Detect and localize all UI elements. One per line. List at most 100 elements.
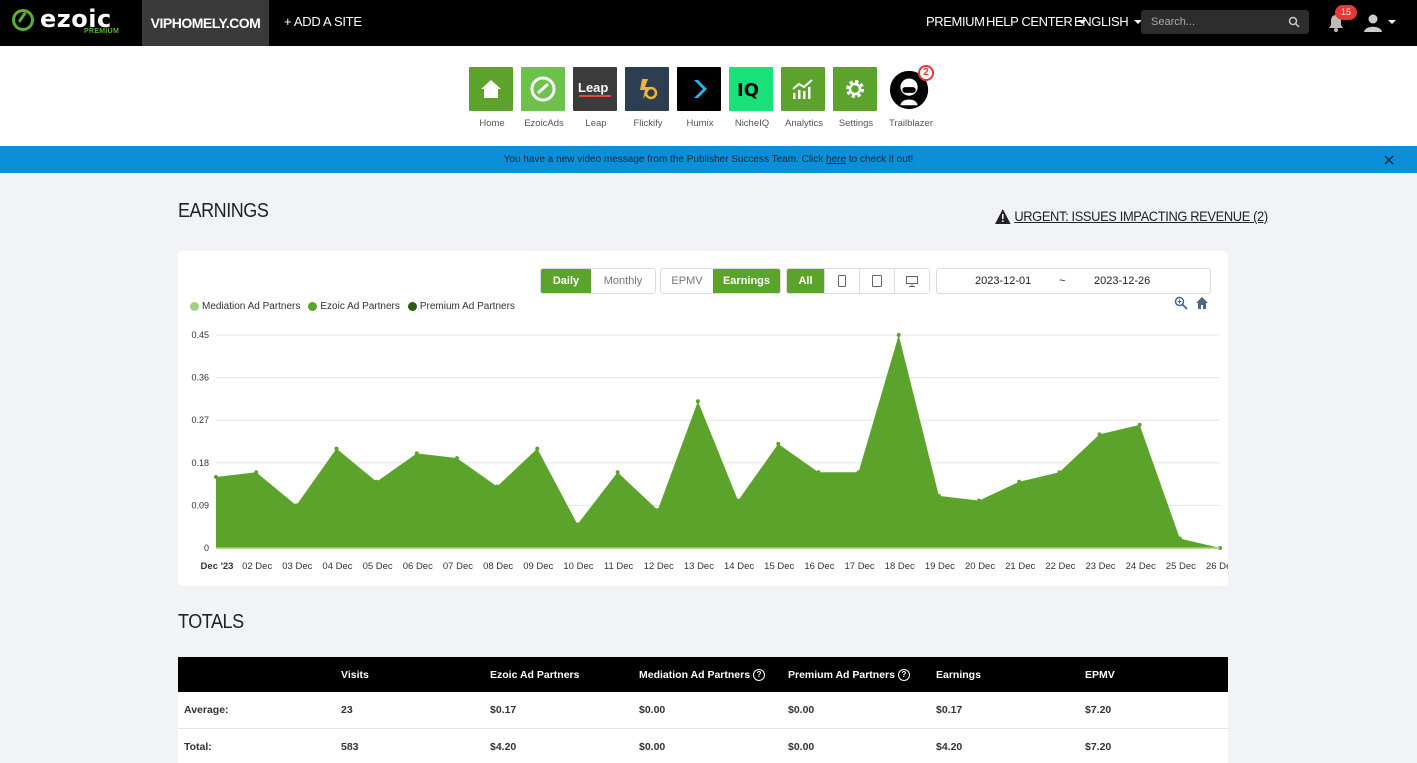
data-point[interactable] (454, 456, 459, 461)
x-tick-label: Dec '23 (201, 561, 234, 572)
reset-zoom-home-icon[interactable] (1195, 296, 1209, 310)
mobile-button[interactable] (824, 269, 859, 293)
data-point[interactable] (936, 493, 941, 498)
x-tick-label: 10 Dec (563, 561, 593, 572)
cell-premium: $0.00 (788, 704, 815, 716)
legend-item-mediation[interactable]: Mediation Ad Partners (190, 301, 300, 312)
x-tick-label: 12 Dec (644, 561, 674, 572)
site-selector-tab[interactable]: VIPHOMELY.COM (142, 0, 269, 46)
earnings-title: EARNINGS (178, 200, 269, 222)
data-point[interactable] (374, 479, 379, 484)
banner-link[interactable]: here (826, 154, 846, 165)
user-avatar-icon[interactable] (1362, 12, 1384, 34)
monthly-button[interactable]: Monthly (591, 269, 655, 293)
x-tick-label: 14 Dec (724, 561, 754, 572)
data-point[interactable] (1177, 536, 1182, 541)
app-home[interactable]: Home (469, 67, 515, 129)
x-tick-label: 25 Dec (1166, 561, 1196, 572)
language-menu[interactable]: ENGLISH (1074, 0, 1143, 46)
search-icon[interactable] (1288, 16, 1300, 28)
data-point[interactable] (856, 470, 861, 475)
column-header-epmv: EPMV (1085, 669, 1115, 681)
x-tick-label: 13 Dec (684, 561, 714, 572)
table-row: Average: 23 $0.17 $0.00 $0.00 $0.17 $7.2… (178, 692, 1228, 729)
cell-premium: $0.00 (788, 741, 815, 753)
x-tick-label: 21 Dec (1005, 561, 1035, 572)
data-point[interactable] (816, 470, 821, 475)
data-point[interactable] (695, 399, 700, 404)
x-tick-label: 20 Dec (965, 561, 995, 572)
app-leap[interactable]: Leap Leap (573, 67, 619, 129)
date-from: 2023-12-01 (975, 275, 1032, 287)
close-icon[interactable] (1384, 155, 1394, 165)
app-trailblazer[interactable]: ✦ 2 Trailblazer (888, 65, 934, 129)
urgent-issues-link[interactable]: URGENT: ISSUES IMPACTING REVENUE (2) (995, 208, 1268, 224)
column-header-visits: Visits (341, 669, 369, 681)
desktop-button[interactable] (894, 269, 929, 293)
data-point[interactable] (334, 446, 339, 451)
trailblazer-badge: 2 (918, 65, 934, 81)
add-site-link[interactable]: + ADD A SITE (284, 0, 362, 46)
app-humix[interactable]: Humix (677, 67, 723, 129)
data-point[interactable] (214, 475, 218, 479)
epmv-button[interactable]: EPMV (661, 269, 713, 293)
data-point[interactable] (294, 503, 299, 508)
zoom-icon[interactable] (1174, 296, 1188, 310)
app-analytics[interactable]: Analytics (781, 67, 827, 129)
legend-dot (308, 302, 318, 311)
cell-epmv: $7.20 (1085, 741, 1112, 753)
data-point[interactable] (776, 441, 781, 446)
logo-premium-label: PREMIUM (84, 28, 120, 35)
search-input[interactable] (1141, 10, 1309, 34)
x-tick-label: 06 Dec (403, 561, 433, 572)
all-devices-button[interactable]: All (787, 269, 824, 293)
data-point[interactable] (495, 484, 500, 489)
premium-link[interactable]: PREMIUM (926, 0, 985, 46)
data-point[interactable] (1057, 470, 1062, 475)
app-label: Trailblazer (889, 118, 933, 129)
data-point[interactable] (896, 333, 901, 337)
ezoic-logo[interactable]: ezoic PREMIUM (12, 5, 132, 40)
legend-label: Premium Ad Partners (419, 301, 515, 312)
app-ezoicads[interactable]: EzoicAds (521, 67, 567, 129)
data-point[interactable] (575, 522, 580, 527)
legend-item-premium[interactable]: Premium Ad Partners (407, 301, 515, 312)
data-point[interactable] (1097, 432, 1102, 437)
x-tick-label: 17 Dec (845, 561, 875, 572)
daily-button[interactable]: Daily (541, 269, 591, 293)
help-icon[interactable]: ? (753, 669, 766, 681)
app-nicheiq[interactable]: IQ NicheIQ (729, 67, 775, 129)
app-settings[interactable]: Settings (833, 67, 879, 129)
ezoic-ad-partners-area[interactable] (216, 335, 1220, 548)
x-tick-label: 23 Dec (1085, 561, 1115, 572)
data-point[interactable] (254, 470, 259, 475)
tablet-button[interactable] (859, 269, 894, 293)
x-tick-label: 16 Dec (804, 561, 834, 572)
chevron-down-icon[interactable] (1388, 20, 1396, 24)
legend-dot (190, 302, 199, 311)
svg-text:IQ: IQ (737, 80, 759, 101)
app-flickify[interactable]: Flickify (625, 67, 671, 129)
earnings-button[interactable]: Earnings (713, 269, 780, 293)
y-tick-label: 0.18 (191, 458, 209, 468)
data-point[interactable] (1017, 479, 1022, 484)
column-header-mediation-ad-partners: Mediation Ad Partners? (639, 669, 766, 681)
cell-visits: 23 (341, 704, 353, 716)
legend-item-ezoic[interactable]: Ezoic Ad Partners (308, 301, 400, 312)
data-point[interactable] (1137, 422, 1142, 427)
data-point[interactable] (977, 498, 982, 503)
data-point[interactable] (655, 508, 660, 513)
y-tick-label: 0.45 (191, 330, 209, 340)
app-label: Flickify (633, 118, 663, 129)
data-point[interactable] (414, 451, 419, 456)
language-label: ENGLISH (1074, 14, 1129, 29)
data-point[interactable] (736, 498, 741, 503)
legend-label: Mediation Ad Partners (202, 301, 301, 312)
help-center-menu[interactable]: HELP CENTER (986, 0, 1087, 46)
data-point[interactable] (535, 446, 540, 451)
help-icon[interactable]: ? (897, 669, 910, 681)
date-separator: ~ (1059, 275, 1066, 287)
cell-mediation: $0.00 (639, 704, 666, 716)
data-point[interactable] (615, 470, 620, 475)
date-range-picker[interactable]: 2023-12-01 ~ 2023-12-26 (936, 268, 1211, 294)
